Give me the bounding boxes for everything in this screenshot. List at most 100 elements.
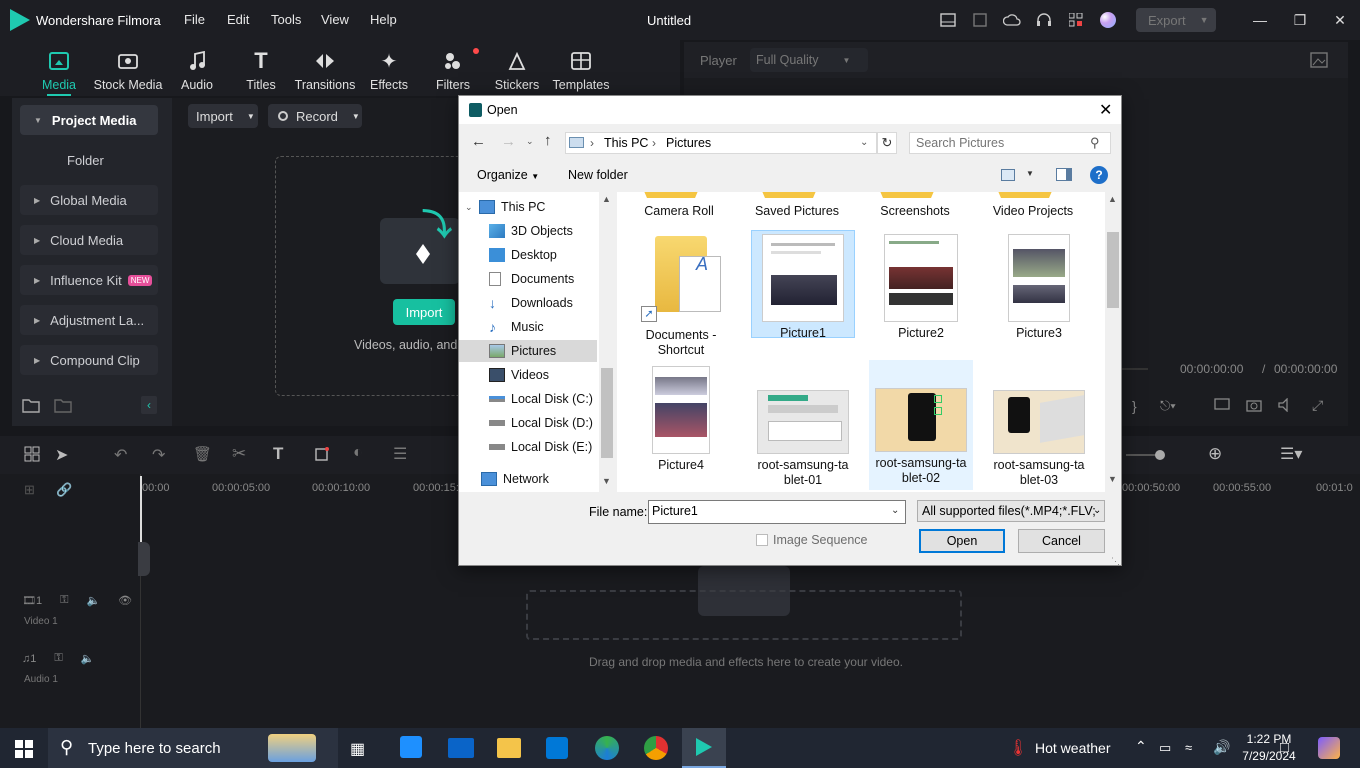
mark-out-icon[interactable]: } [1132,398,1137,414]
menu-view[interactable]: View [321,12,349,27]
select-tool-icon[interactable]: ➤ [55,445,68,465]
notifications-icon[interactable]: □ [1280,739,1289,756]
tab-media[interactable]: Media [24,50,94,96]
color-icon[interactable]: ◐ [353,444,363,462]
organize-menu[interactable]: Organize ▼ [477,168,539,182]
zoom-slider-thumb[interactable] [1155,450,1165,460]
monitor-icon[interactable] [1214,398,1230,415]
undo-icon[interactable]: ↶ [114,445,127,465]
wifi-icon[interactable]: ≈ [1185,740,1192,755]
playhead-handle[interactable] [138,542,150,576]
tab-effects[interactable]: ✦ Effects [354,50,424,93]
influence-kit-item[interactable]: ▶ Influence Kit NEW [20,265,158,295]
file-picture3[interactable]: Picture3 [987,234,1091,341]
folder-screenshots[interactable]: Screenshots [863,204,967,219]
preview-pane-icon[interactable] [1056,168,1072,181]
track-settings-icon[interactable]: ☰▾ [1280,444,1302,464]
nav-scrollbar[interactable]: ▲ ▼ [599,192,615,492]
snapshot-icon[interactable] [1310,52,1328,71]
clock[interactable]: 1:22 PM 7/29/2024 [1237,732,1301,763]
adjustment-layer-item[interactable]: ▶ Adjustment La... [20,305,158,335]
breadcrumb-pictures[interactable]: Pictures [666,136,711,150]
close-icon[interactable]: ✕ [1330,10,1350,30]
tab-filters[interactable]: Filters [418,48,488,92]
tab-templates[interactable]: Templates [546,50,616,92]
cloud-upload-icon[interactable] [1002,10,1022,30]
scroll-thumb[interactable] [601,368,613,458]
folder-item[interactable]: Folder [67,153,104,168]
forward-icon[interactable]: → [501,133,516,150]
lock-icon[interactable]: ⚿ [54,652,62,665]
task-view-icon[interactable]: ▦ [350,739,365,759]
cloud-media-item[interactable]: ▶ Cloud Media [20,225,158,255]
redo-icon[interactable]: ↷ [152,445,165,465]
copilot-icon[interactable] [1318,737,1340,759]
headset-icon[interactable] [1034,10,1054,30]
playhead[interactable] [140,476,142,546]
tab-stickers[interactable]: Stickers [482,50,552,92]
open-button[interactable]: Open [919,529,1005,553]
new-folder-button[interactable]: New folder [568,168,628,182]
volume-icon[interactable]: 🔊 [1213,739,1230,756]
chevron-down-icon[interactable]: ▼ [1026,169,1034,178]
folder-saved-pictures[interactable]: Saved Pictures [745,204,849,219]
compound-clip-item[interactable]: ▶ Compound Clip [20,345,158,375]
menu-edit[interactable]: Edit [227,12,249,27]
scissors-icon[interactable]: ✂ [232,444,246,464]
up-icon[interactable]: ↑ [544,132,552,149]
import-button[interactable]: Import [393,299,455,325]
layout-icon[interactable] [938,10,958,30]
file-name-field[interactable]: ⌄ [648,500,906,524]
file-documents-shortcut[interactable]: A ➚ Documents - Shortcut [629,234,733,358]
resize-grip-icon[interactable]: ⋱ [1111,556,1120,567]
delete-icon[interactable]: 🗑 [193,445,212,463]
mute-icon[interactable]: 🔈 [81,652,95,665]
file-root-samsung-tablet-01[interactable]: root-samsung-ta blet-01 [751,390,855,488]
mute-icon[interactable]: 🔈 [86,594,100,607]
layout-grid-icon[interactable] [24,446,40,465]
scroll-thumb[interactable] [1107,232,1119,308]
adjust-icon[interactable]: ☰ [393,444,407,464]
menu-tools[interactable]: Tools [271,12,301,27]
chevron-down-icon[interactable]: ⌄ [1093,505,1101,516]
restore-icon[interactable]: ❐ [1290,10,1310,30]
volume-icon[interactable] [1278,397,1294,415]
windows-start-icon[interactable] [15,740,33,761]
store-icon[interactable] [546,737,568,759]
apps-grid-icon[interactable] [1066,10,1086,30]
refresh-icon[interactable]: ↻ [877,132,897,154]
files-scrollbar[interactable]: ▲ ▼ [1105,192,1121,492]
edge-icon[interactable] [595,736,619,760]
nav-this-pc[interactable]: ⌄ This PC [465,196,603,218]
mail-icon[interactable] [448,738,474,758]
menu-file[interactable]: File [184,12,205,27]
marker-icon[interactable]: ⎋▾ [1160,398,1176,414]
record-dropdown[interactable]: Record ▼ [268,104,362,128]
add-track-icon[interactable]: ⊞ [24,482,35,498]
folder-icon[interactable] [54,397,72,416]
nav-pictures[interactable]: Pictures [459,340,597,362]
cancel-button[interactable]: Cancel [1018,529,1105,553]
timeline-dropzone[interactable] [526,590,962,640]
tab-stock-media[interactable]: Stock Media [93,50,163,92]
zoom-in-icon[interactable]: ⊕ [1208,444,1222,464]
chevron-up-icon[interactable]: ⌃ [1135,738,1147,755]
weather-text[interactable]: Hot weather [1035,740,1110,756]
breadcrumb-this-pc[interactable]: This PC [604,136,648,150]
address-bar[interactable]: › This PC › Pictures ⌄ [565,132,877,154]
recent-chevron-icon[interactable]: ⌄ [526,136,534,147]
file-picture4[interactable]: Picture4 [629,366,733,473]
file-name-input[interactable] [652,504,872,518]
eye-icon[interactable]: 👁 [118,594,132,607]
chevron-down-icon[interactable]: ⌄ [891,505,899,516]
lock-icon[interactable]: ⚿ [60,594,68,607]
help-icon[interactable]: ? [1090,166,1108,184]
dialog-close-icon[interactable]: ✕ [1099,100,1112,120]
import-dropdown[interactable]: Import ▼ [188,104,258,128]
file-picture2[interactable]: Picture2 [869,234,973,341]
folder-camera-roll[interactable]: Camera Roll [627,204,731,219]
filmora-taskbar-button[interactable] [682,728,726,768]
crop-icon[interactable] [314,446,330,465]
file-explorer-icon[interactable] [497,738,521,758]
folder-video-projects[interactable]: Video Projects [981,204,1085,219]
